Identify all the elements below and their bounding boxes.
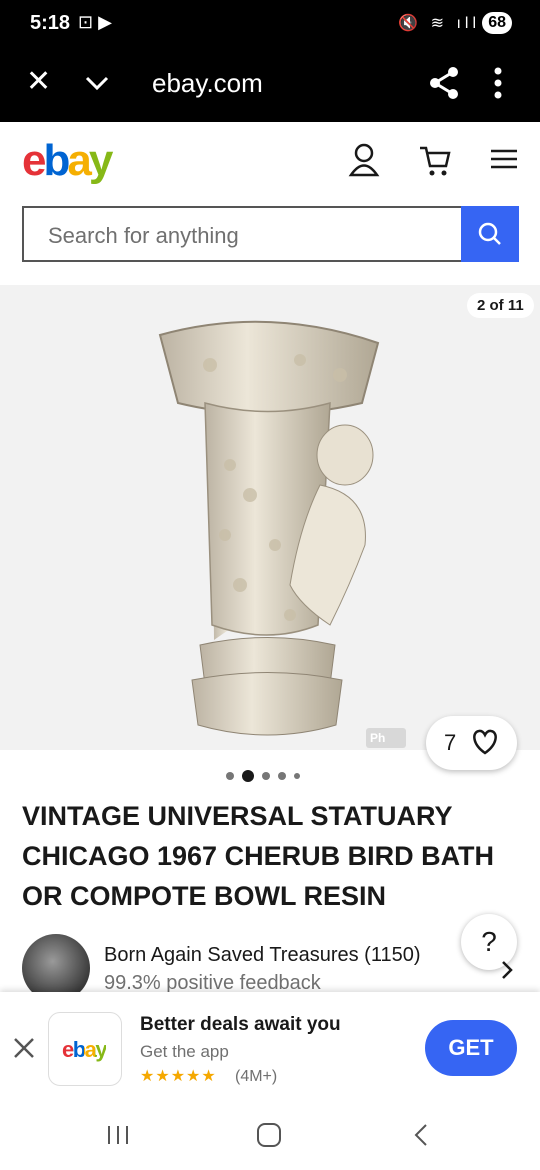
watch-count: 7 (444, 730, 457, 755)
signal-icons: 🔇 ≋ ıll (398, 15, 480, 32)
status-bar: 5:18 ⊡ ▶ 🔇 ≋ ıll 68 (0, 0, 540, 50)
menu-icon[interactable] (490, 148, 518, 170)
url-text[interactable]: ebay.com (152, 68, 263, 99)
more-options-icon[interactable] (492, 66, 504, 100)
search-icon (478, 222, 501, 245)
ebay-app-icon: ebay (48, 1012, 122, 1086)
battery-indicator: 68 (482, 12, 512, 34)
listing-title: VINTAGE UNIVERSAL STATUARY CHICAGO 1967 … (22, 801, 495, 911)
share-icon[interactable] (428, 66, 460, 100)
gallery-dot[interactable] (226, 772, 234, 780)
recent-apps-icon[interactable] (106, 1124, 130, 1146)
gallery-dots (226, 770, 300, 782)
watch-button[interactable]: 7 (426, 716, 517, 770)
system-nav-bar (0, 1102, 540, 1170)
status-time: 5:18 (30, 12, 71, 34)
app-promo-banner: ebay Better deals await you Get the app … (0, 992, 540, 1102)
watermark: Ph (366, 728, 406, 748)
rating-count: (4M+) (235, 1068, 278, 1085)
search-input[interactable]: Search for anything (48, 223, 239, 249)
browser-toolbar: ✕ ebay.com (0, 50, 540, 122)
get-app-button[interactable]: GET (425, 1020, 517, 1076)
seller-name: Born Again Saved Treasures (1150) (104, 944, 421, 966)
chevron-down-icon[interactable] (82, 68, 112, 98)
heart-icon (473, 729, 497, 755)
account-icon[interactable] (348, 142, 380, 178)
back-icon[interactable] (410, 1122, 432, 1148)
product-image (158, 320, 380, 736)
gallery-dot[interactable] (294, 773, 300, 779)
image-counter: 2 of 11 (467, 293, 534, 318)
chevron-right-icon[interactable] (498, 958, 516, 982)
gallery-dot[interactable] (278, 772, 286, 780)
close-tab-icon[interactable]: ✕ (26, 64, 51, 99)
search-bar: Search for anything (22, 206, 519, 262)
gallery-dot-active[interactable] (242, 770, 254, 782)
close-banner-icon[interactable] (12, 1036, 36, 1060)
gallery-dot[interactable] (262, 772, 270, 780)
banner-title: Better deals await you (140, 1014, 341, 1035)
notification-icons: ⊡ ▶ (78, 12, 112, 32)
seller-info[interactable]: Born Again Saved Treasures (1150) 99.3% … (22, 934, 522, 1002)
ebay-logo[interactable]: ebay (22, 136, 113, 186)
search-button[interactable] (461, 206, 519, 262)
banner-subtitle: Get the app (140, 1042, 229, 1061)
home-icon[interactable] (256, 1122, 282, 1148)
rating-stars: ★★★★★ (140, 1068, 217, 1085)
site-header: ebay (0, 122, 540, 202)
image-gallery[interactable] (0, 285, 540, 750)
app-logo-text: ebay (62, 1037, 108, 1062)
cart-icon[interactable] (418, 142, 452, 178)
